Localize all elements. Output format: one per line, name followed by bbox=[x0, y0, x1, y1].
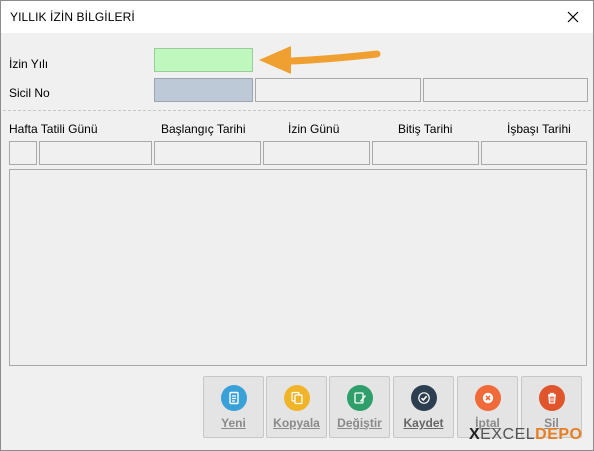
window-title: YILLIK İZİN BİLGİLERİ bbox=[10, 10, 135, 24]
kaydet-button-label: Kaydet bbox=[403, 416, 444, 430]
column-header-izin-gunu: İzin Günü bbox=[288, 122, 340, 136]
copy-icon bbox=[283, 385, 310, 411]
column-header-isbasi: İşbaşı Tarihi bbox=[507, 122, 571, 136]
title-bar: YILLIK İZİN BİLGİLERİ bbox=[1, 1, 593, 33]
excel-depo-logo: XEXCELDEPO bbox=[469, 426, 583, 443]
kopyala-button-label: Kopyala bbox=[273, 416, 320, 430]
column-header-hafta-tatili: Hafta Tatili Günü bbox=[9, 122, 98, 136]
baslangic-tarihi-input[interactable] bbox=[154, 141, 261, 165]
sicil-extra-field[interactable] bbox=[423, 78, 588, 102]
column-header-baslangic: Başlangıç Tarihi bbox=[161, 122, 246, 136]
sicil-no-label: Sicil No bbox=[9, 86, 50, 100]
kaydet-button[interactable]: Kaydet bbox=[393, 376, 454, 438]
isbasi-tarihi-input[interactable] bbox=[481, 141, 587, 165]
cancel-icon bbox=[474, 385, 501, 411]
close-icon bbox=[567, 11, 579, 23]
sicil-no-input[interactable] bbox=[154, 78, 253, 102]
yeni-button-label: Yeni bbox=[221, 416, 246, 430]
document-icon bbox=[220, 385, 247, 411]
hafta-tatili-input[interactable] bbox=[39, 141, 152, 165]
row-select-field[interactable] bbox=[9, 141, 37, 165]
izin-yili-input[interactable] bbox=[154, 48, 253, 72]
separator-line bbox=[3, 110, 591, 111]
izin-window: YILLIK İZİN BİLGİLERİ İzin Yılı Sicil No… bbox=[0, 0, 594, 451]
trash-icon bbox=[538, 385, 565, 411]
degistir-button[interactable]: Değiştir bbox=[329, 376, 390, 438]
edit-icon bbox=[346, 385, 373, 411]
sicil-name-field[interactable] bbox=[255, 78, 421, 102]
bitis-tarihi-input[interactable] bbox=[372, 141, 479, 165]
records-listbox[interactable] bbox=[9, 169, 587, 366]
izin-gunu-input[interactable] bbox=[263, 141, 370, 165]
check-icon bbox=[410, 385, 437, 411]
close-button[interactable] bbox=[553, 1, 593, 33]
kopyala-button[interactable]: Kopyala bbox=[266, 376, 327, 438]
yeni-button[interactable]: Yeni bbox=[203, 376, 264, 438]
degistir-button-label: Değiştir bbox=[337, 416, 382, 430]
arrow-pointer-icon bbox=[259, 46, 381, 74]
izin-yili-label: İzin Yılı bbox=[9, 57, 49, 71]
column-header-bitis: Bitiş Tarihi bbox=[398, 122, 453, 136]
